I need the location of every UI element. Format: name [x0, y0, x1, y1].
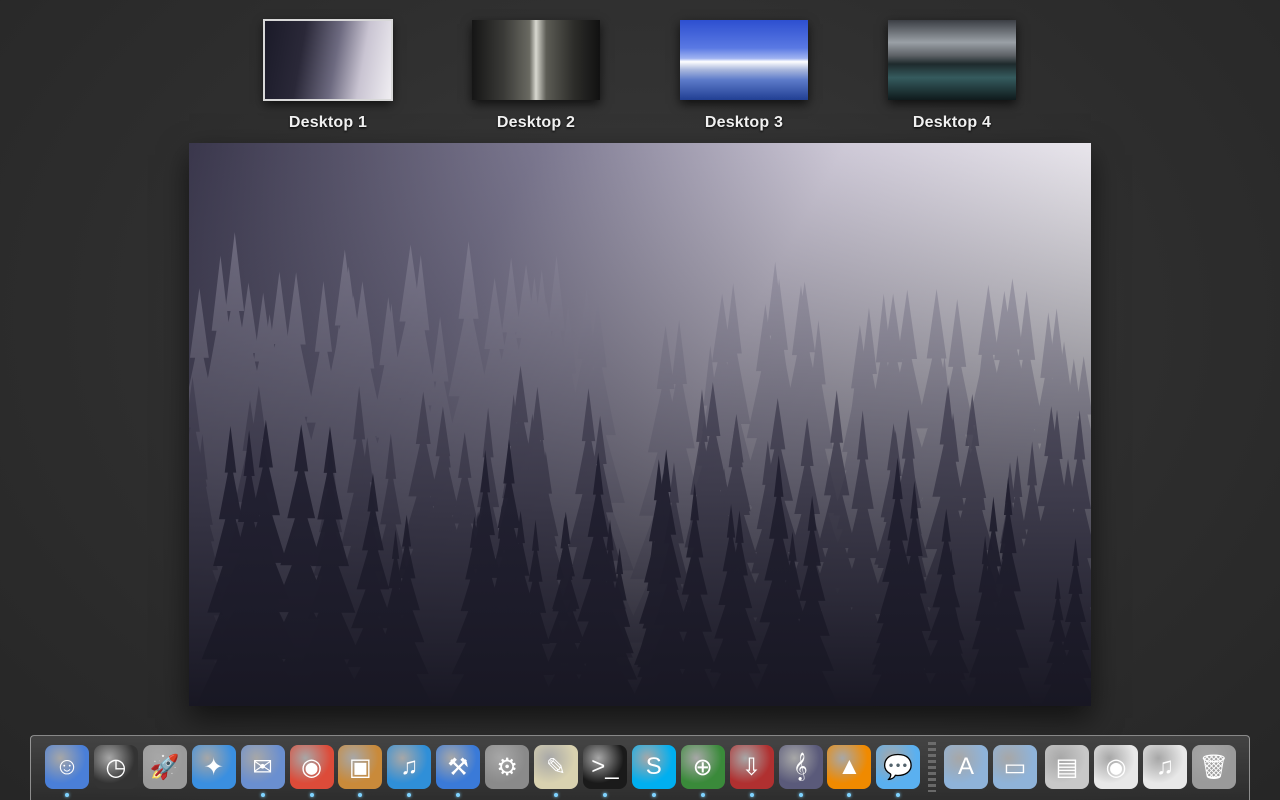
system-preferences-dock-item[interactable]: ⚙: [485, 745, 530, 789]
network-globe-dock-item[interactable]: ⊕: [680, 745, 725, 797]
chrome-dock-item[interactable]: ◉: [289, 745, 334, 797]
finder-icon: ☺: [45, 745, 89, 789]
running-indicator: [65, 793, 69, 797]
launchpad-icon: 🚀: [142, 745, 187, 789]
xcode-dock-item[interactable]: ⚒: [436, 745, 481, 797]
textedit-icon: ✎: [534, 745, 578, 789]
running-indicator: [896, 793, 901, 797]
chrome-icon: ◉: [289, 745, 334, 789]
running-indicator: [700, 793, 705, 797]
itunes-window-stack-dock-item[interactable]: ♫: [1143, 745, 1187, 789]
running-indicator: [749, 793, 754, 797]
mission-control: Desktop 1 Desktop 2 Desktop 3 Desktop 4: [0, 0, 1280, 800]
desktop-2-label: Desktop 2: [496, 114, 576, 131]
itunes-window-stack-icon: ♫: [1143, 745, 1187, 789]
trash-icon: 🗑: [1192, 745, 1236, 789]
space-desktop-4[interactable]: Desktop 4: [887, 20, 1017, 132]
desktop-4-thumbnail[interactable]: [888, 20, 1016, 100]
sheet-music-icon: 𝄞: [778, 745, 823, 789]
space-desktop-3[interactable]: Desktop 3: [679, 20, 809, 132]
vlc-dock-item[interactable]: ▲: [827, 745, 872, 797]
running-indicator: [651, 793, 656, 797]
installer-icon: ⇩: [729, 745, 774, 789]
desktop-3-thumbnail[interactable]: [680, 20, 808, 100]
server-document-dock-item[interactable]: ▤: [1045, 745, 1089, 789]
system-preferences-icon: ⚙: [485, 745, 530, 789]
server-document-icon: ▤: [1045, 745, 1089, 789]
mail-dock-item[interactable]: ✉: [240, 745, 285, 797]
skype-icon: S: [631, 745, 676, 789]
safari-icon: ✦: [191, 745, 236, 789]
desktop-4-label: Desktop 4: [912, 114, 992, 131]
launchpad-dock-item[interactable]: 🚀: [142, 745, 187, 789]
terminal-icon: >_: [582, 745, 627, 789]
desktop-1-label: Desktop 1: [288, 114, 368, 131]
mail-icon: ✉: [240, 745, 285, 789]
dashboard-dock-item[interactable]: ◷: [93, 745, 138, 789]
preview-dock-item[interactable]: ▣: [338, 745, 383, 797]
network-globe-icon: ⊕: [680, 745, 725, 789]
running-indicator: [602, 793, 607, 797]
desktop-1-thumbnail[interactable]: [263, 19, 393, 101]
messages-icon: 💬: [876, 745, 921, 789]
itunes-icon: ♫: [387, 745, 432, 789]
dock-separator: [928, 742, 936, 792]
preview-icon: ▣: [338, 745, 383, 789]
terminal-dock-item[interactable]: >_: [582, 745, 627, 797]
itunes-dock-item[interactable]: ♫: [387, 745, 432, 797]
messages-dock-item[interactable]: 💬: [876, 745, 921, 797]
skype-dock-item[interactable]: S: [631, 745, 676, 797]
chrome-window-stack-icon: ◉: [1094, 745, 1138, 789]
safari-dock-item[interactable]: ✦: [191, 745, 236, 789]
spaces-bar: Desktop 1 Desktop 2 Desktop 3 Desktop 4: [0, 0, 1280, 142]
vlc-icon: ▲: [827, 745, 872, 789]
dock: ☺ ◷ 🚀 ✦ ✉ ◉ ▣ ♫ ⚒ ⚙ ✎ >_ S ⊕ ⇩ 𝄞 ▲ 💬 A ▭ ▤ ◉ ♫ 🗑: [30, 735, 1250, 800]
running-indicator: [260, 793, 265, 797]
xcode-icon: ⚒: [436, 745, 481, 789]
documents-folder-icon: ▭: [993, 745, 1037, 789]
running-indicator: [798, 793, 803, 797]
documents-folder-dock-item[interactable]: ▭: [993, 745, 1037, 789]
running-indicator: [554, 793, 558, 797]
dashboard-icon: ◷: [93, 745, 138, 789]
running-indicator: [456, 793, 461, 797]
running-indicator: [407, 793, 412, 797]
trash-dock-item[interactable]: 🗑: [1192, 745, 1236, 789]
desktop-2-thumbnail[interactable]: [472, 20, 600, 100]
finder-dock-item[interactable]: ☺: [45, 745, 89, 797]
running-indicator: [309, 793, 314, 797]
chrome-window-stack-dock-item[interactable]: ◉: [1094, 745, 1138, 789]
running-indicator: [847, 793, 852, 797]
sheet-music-dock-item[interactable]: 𝄞: [778, 745, 823, 797]
space-desktop-1[interactable]: Desktop 1: [263, 19, 393, 132]
applications-folder-icon: A: [944, 745, 988, 789]
forest-wallpaper: [189, 143, 1091, 706]
installer-dock-item[interactable]: ⇩: [729, 745, 774, 797]
current-desktop-preview[interactable]: [189, 143, 1091, 706]
space-desktop-2[interactable]: Desktop 2: [471, 20, 601, 132]
running-indicator: [358, 793, 363, 797]
textedit-dock-item[interactable]: ✎: [534, 745, 578, 797]
applications-folder-dock-item[interactable]: A: [944, 745, 988, 789]
desktop-3-label: Desktop 3: [704, 114, 784, 131]
